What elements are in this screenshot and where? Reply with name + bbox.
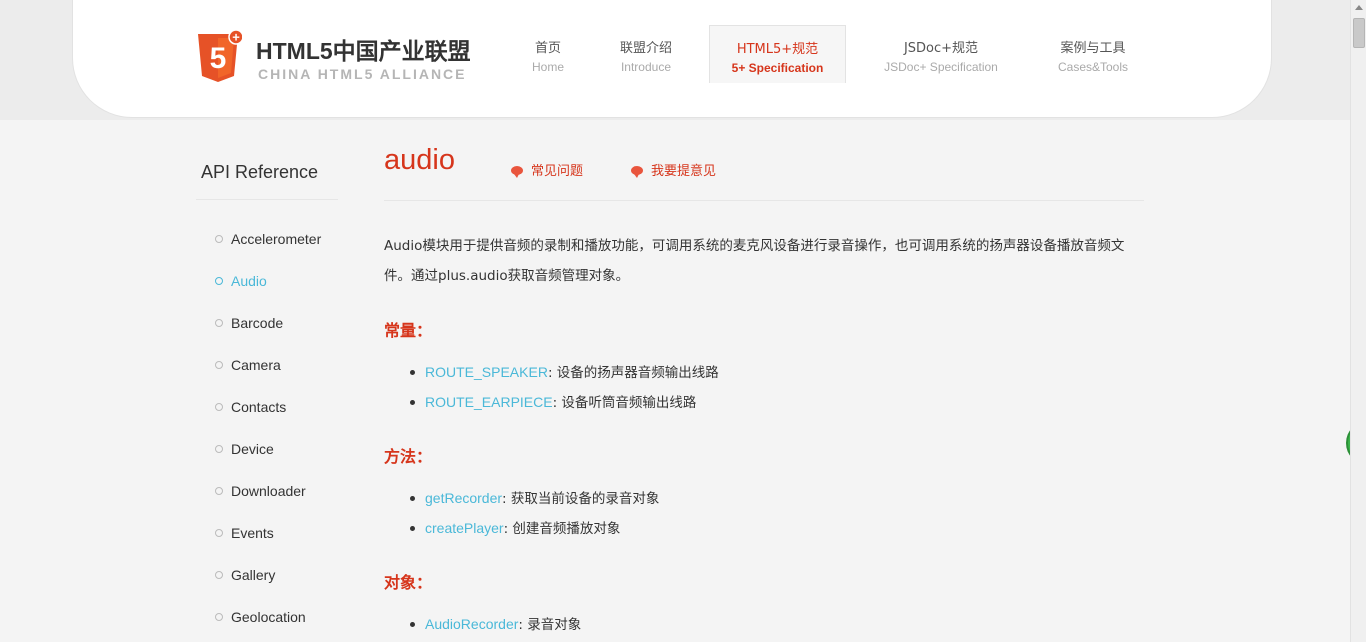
sidebar-item-gallery[interactable]: Gallery: [196, 565, 338, 607]
api-link-route-earpiece[interactable]: ROUTE_EARPIECE: [425, 394, 553, 410]
list-item: AudioRecorder: 录音对象: [406, 609, 1144, 639]
sidebar-item-camera[interactable]: Camera: [196, 355, 338, 397]
api-link-get-recorder[interactable]: getRecorder: [425, 490, 502, 506]
page-header: audio 常见问题 我要提意见: [384, 140, 1144, 201]
circle-bullet-icon: [215, 235, 223, 243]
circle-bullet-icon: [215, 403, 223, 411]
nav-jsdoc[interactable]: JSDoc+规范 JSDoc+ Specification: [868, 25, 1014, 83]
circle-bullet-icon: [215, 487, 223, 495]
circle-bullet-icon: [215, 571, 223, 579]
vertical-scrollbar[interactable]: [1350, 0, 1366, 642]
methods-list: getRecorder: 获取当前设备的录音对象 createPlayer: 创…: [384, 483, 1144, 543]
nav-home-label: 首页: [534, 41, 561, 56]
faq-link[interactable]: 常见问题: [511, 160, 583, 179]
list-item: getRecorder: 获取当前设备的录音对象: [406, 483, 1144, 513]
api-link-route-speaker[interactable]: ROUTE_SPEAKER: [425, 364, 548, 380]
nav-introduce-label: 联盟介绍: [619, 41, 672, 56]
sidebar-item-contacts[interactable]: Contacts: [196, 397, 338, 439]
main-content: audio 常见问题 我要提意见 Audio模块用于提供音频的录制和播放功能，可…: [384, 140, 1144, 639]
nav-specification-label: HTML5+规范: [736, 42, 819, 57]
scroll-thumb[interactable]: [1353, 18, 1365, 48]
list-item: createPlayer: 创建音频播放对象: [406, 513, 1144, 543]
sidebar-item-accelerometer[interactable]: Accelerometer: [196, 229, 338, 271]
circle-bullet-icon: [215, 277, 223, 285]
nav-introduce-sublabel: Introduce: [620, 60, 672, 74]
nav-specification[interactable]: HTML5+规范 5+ Specification: [709, 25, 846, 83]
sidebar-item-events[interactable]: Events: [196, 523, 338, 565]
nav-cases-tools[interactable]: 案例与工具 Cases&Tools: [1040, 25, 1146, 83]
sidebar-title: API Reference: [196, 150, 338, 200]
speech-bubble-icon: [631, 166, 643, 178]
sidebar-list: Accelerometer Audio Barcode Camera Conta…: [196, 229, 338, 642]
nav-introduce[interactable]: 联盟介绍 Introduce: [600, 25, 692, 83]
circle-bullet-icon: [215, 319, 223, 327]
sidebar-item-audio[interactable]: Audio: [196, 271, 338, 313]
nav-home[interactable]: 首页 Home: [510, 25, 586, 83]
circle-bullet-icon: [215, 361, 223, 369]
scroll-up-arrow-icon[interactable]: [1351, 0, 1366, 16]
section-title-methods: 方法：: [384, 447, 433, 466]
constants-list: ROUTE_SPEAKER: 设备的扬声器音频输出线路 ROUTE_EARPIE…: [384, 357, 1144, 417]
api-link-audio-recorder[interactable]: AudioRecorder: [425, 616, 518, 632]
sidebar-item-device[interactable]: Device: [196, 439, 338, 481]
section-title-objects: 对象：: [384, 573, 433, 592]
sidebar-item-geolocation[interactable]: Geolocation: [196, 607, 338, 642]
circle-bullet-icon: [215, 529, 223, 537]
api-sidebar: API Reference Accelerometer Audio Barcod…: [196, 150, 338, 642]
objects-list: AudioRecorder: 录音对象: [384, 609, 1144, 639]
page-title: audio: [384, 144, 455, 176]
list-item: ROUTE_SPEAKER: 设备的扬声器音频输出线路: [406, 357, 1144, 387]
feedback-link[interactable]: 我要提意见: [631, 160, 716, 179]
api-link-create-player[interactable]: createPlayer: [425, 520, 504, 536]
main-nav: 首页 Home 联盟介绍 Introduce HTML5+规范 5+ Speci…: [0, 25, 1366, 83]
nav-cases-tools-label: 案例与工具: [1060, 41, 1126, 56]
sidebar-item-barcode[interactable]: Barcode: [196, 313, 338, 355]
section-title-constants: 常量：: [384, 321, 433, 340]
nav-cases-tools-sublabel: Cases&Tools: [1057, 60, 1129, 74]
nav-specification-sublabel: 5+ Specification: [731, 61, 824, 75]
circle-bullet-icon: [215, 613, 223, 621]
nav-jsdoc-sublabel: JSDoc+ Specification: [884, 60, 998, 74]
module-description: Audio模块用于提供音频的录制和播放功能，可调用系统的麦克风设备进行录音操作，…: [384, 238, 1125, 284]
sidebar-item-downloader[interactable]: Downloader: [196, 481, 338, 523]
speech-bubble-icon: [511, 166, 523, 178]
circle-bullet-icon: [215, 445, 223, 453]
nav-home-sublabel: Home: [531, 60, 564, 74]
list-item: ROUTE_EARPIECE: 设备听筒音频输出线路: [406, 387, 1144, 417]
nav-jsdoc-label: JSDoc+规范: [903, 41, 979, 56]
